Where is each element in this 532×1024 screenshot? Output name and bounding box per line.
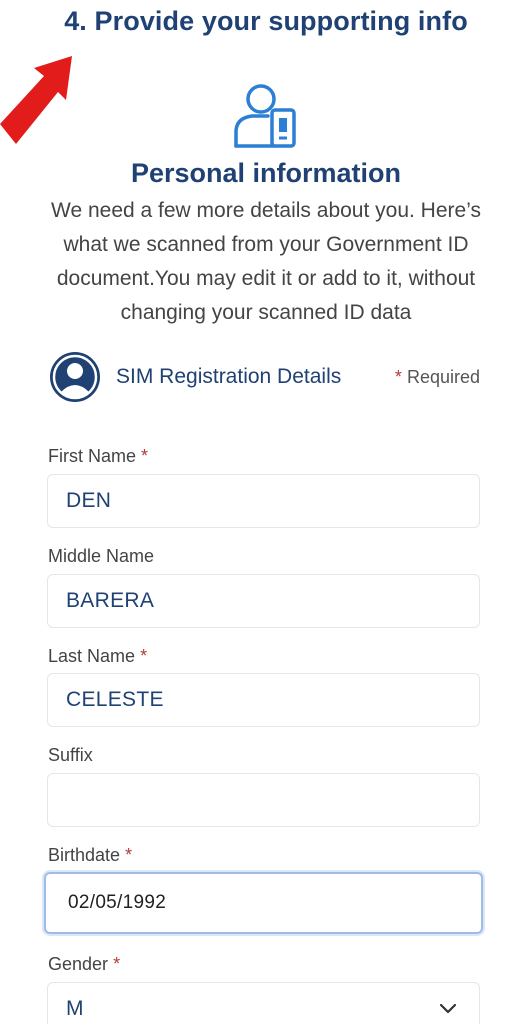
- birthdate-value: 02/05/1992: [68, 892, 167, 913]
- sim-registration-header: SIM Registration Details * Required: [50, 352, 482, 404]
- last-name-value: CELESTE: [66, 688, 164, 711]
- last-name-required-star: *: [140, 646, 148, 666]
- suffix-field[interactable]: [47, 773, 480, 827]
- required-note: * Required: [395, 367, 480, 388]
- person-phone-icon: [234, 84, 296, 148]
- last-name-label-text: Last Name: [48, 646, 136, 666]
- sim-registration-label: SIM Registration Details: [116, 365, 342, 388]
- first-name-label: First Name *: [48, 446, 148, 467]
- step-title: 4. Provide your supporting info: [64, 6, 468, 36]
- first-name-required-star: *: [141, 446, 149, 466]
- last-name-label: Last Name *: [48, 646, 147, 667]
- middle-name-label: Middle Name: [48, 546, 154, 567]
- middle-name-value: BARERA: [66, 589, 155, 612]
- required-star: *: [394, 367, 402, 387]
- gender-value: M: [66, 997, 84, 1020]
- arrow-icon: [0, 56, 72, 144]
- personal-info-description: We need a few more details about you. He…: [51, 199, 481, 324]
- middle-name-label-text: Middle Name: [48, 546, 155, 566]
- birthdate-required-star: *: [125, 845, 133, 865]
- personal-info-title: Personal information: [130, 158, 402, 188]
- first-name-label-text: First Name: [48, 446, 137, 466]
- first-name-value: DEN: [66, 489, 112, 512]
- gender-label-text: Gender: [48, 954, 109, 974]
- gender-required-star: *: [113, 954, 121, 974]
- chevron-down-icon: [439, 1003, 457, 1014]
- required-text: Required: [406, 367, 480, 387]
- gender-select[interactable]: M: [47, 982, 480, 1024]
- birthdate-label-text: Birthdate: [48, 845, 121, 865]
- last-name-field[interactable]: CELESTE: [47, 673, 480, 727]
- birthdate-label: Birthdate *: [48, 845, 132, 866]
- birthdate-field[interactable]: 02/05/1992: [44, 872, 483, 934]
- user-avatar-icon: [50, 352, 100, 402]
- gender-label: Gender *: [48, 954, 120, 975]
- suffix-label-text: Suffix: [48, 745, 93, 765]
- first-name-field[interactable]: DEN: [47, 474, 480, 528]
- suffix-label: Suffix: [48, 745, 93, 766]
- middle-name-field[interactable]: BARERA: [47, 574, 480, 628]
